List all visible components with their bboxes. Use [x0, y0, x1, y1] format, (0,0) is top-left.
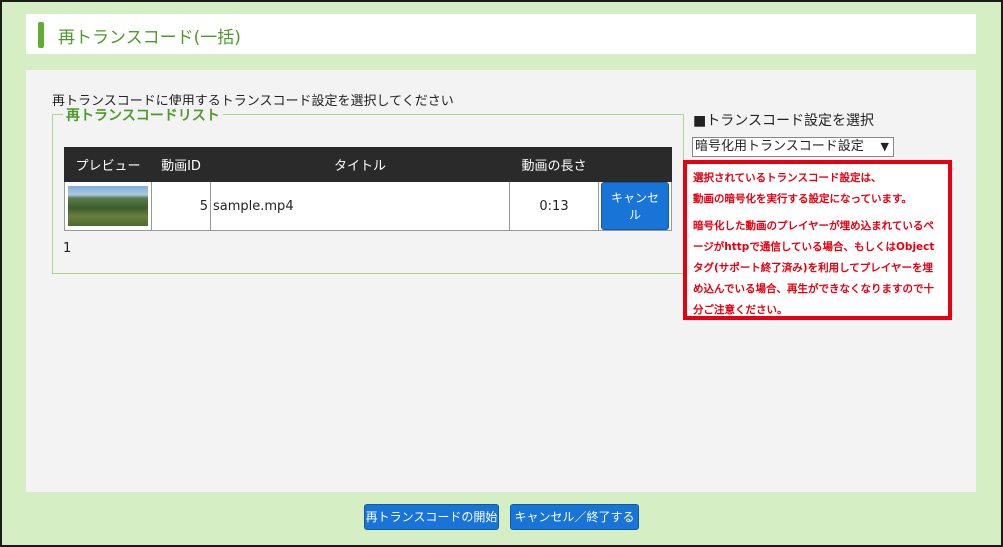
column-header-video-id: 動画ID [151, 147, 211, 182]
action-cell: キャンセル [598, 181, 672, 231]
column-header-title: タイトル [210, 147, 510, 182]
page-header: 再トランスコード(一括) [26, 14, 976, 54]
video-thumbnail [68, 186, 148, 226]
column-header-preview: プレビュー [64, 147, 152, 182]
main-panel: 再トランスコードに使用するトランスコード設定を選択してください 再トランスコード… [26, 70, 976, 492]
title-cell: sample.mp4 [210, 181, 510, 231]
list-legend: 再トランスコードリスト [63, 105, 223, 125]
encryption-warning-box: 選択されているトランスコード設定は、 動画の暗号化を実行する設定になっています。… [683, 160, 952, 320]
transcode-list-fieldset: 再トランスコードリスト プレビュー 動画ID タイトル 動画の長さ 5 samp… [52, 105, 684, 274]
duration-cell: 0:13 [509, 181, 599, 231]
select-value: 暗号化用トランスコード設定 [695, 139, 864, 154]
warning-line-1: 選択されているトランスコード設定は、 [693, 172, 882, 184]
column-header-action [598, 147, 672, 182]
column-header-duration: 動画の長さ [509, 147, 599, 182]
row-cancel-button[interactable]: キャンセル [601, 182, 669, 230]
table-header-row: プレビュー 動画ID タイトル 動画の長さ [64, 147, 672, 182]
transcode-setting-select[interactable]: 暗号化用トランスコード設定 ▼ [692, 137, 894, 157]
settings-heading: ■トランスコード設定を選択 [693, 113, 874, 129]
pagination-link[interactable]: 1 [63, 241, 71, 256]
warning-paragraph-1: 選択されているトランスコード設定は、 動画の暗号化を実行する設定になっています。 [693, 168, 942, 210]
page-title: 再トランスコード(一括) [58, 28, 241, 48]
chevron-down-icon: ▼ [880, 140, 889, 153]
start-retranscode-button[interactable]: 再トランスコードの開始 [364, 504, 499, 530]
table-row: 5 sample.mp4 0:13 キャンセル [64, 181, 672, 231]
warning-line-2: 動画の暗号化を実行する設定になっています。 [693, 193, 912, 205]
cancel-finish-button[interactable]: キャンセル／終了する [510, 504, 639, 530]
header-accent-bar [38, 22, 44, 48]
video-id-cell: 5 [151, 181, 211, 231]
preview-cell [64, 181, 152, 231]
app-frame: 再トランスコード(一括) 再トランスコードに使用するトランスコード設定を選択して… [0, 0, 1003, 547]
warning-paragraph-2: 暗号化した動画のプレイヤーが埋め込まれているページがhttpで通信している場合、… [693, 220, 935, 316]
transcode-list-table: プレビュー 動画ID タイトル 動画の長さ 5 sample.mp4 0:13 … [64, 147, 672, 231]
